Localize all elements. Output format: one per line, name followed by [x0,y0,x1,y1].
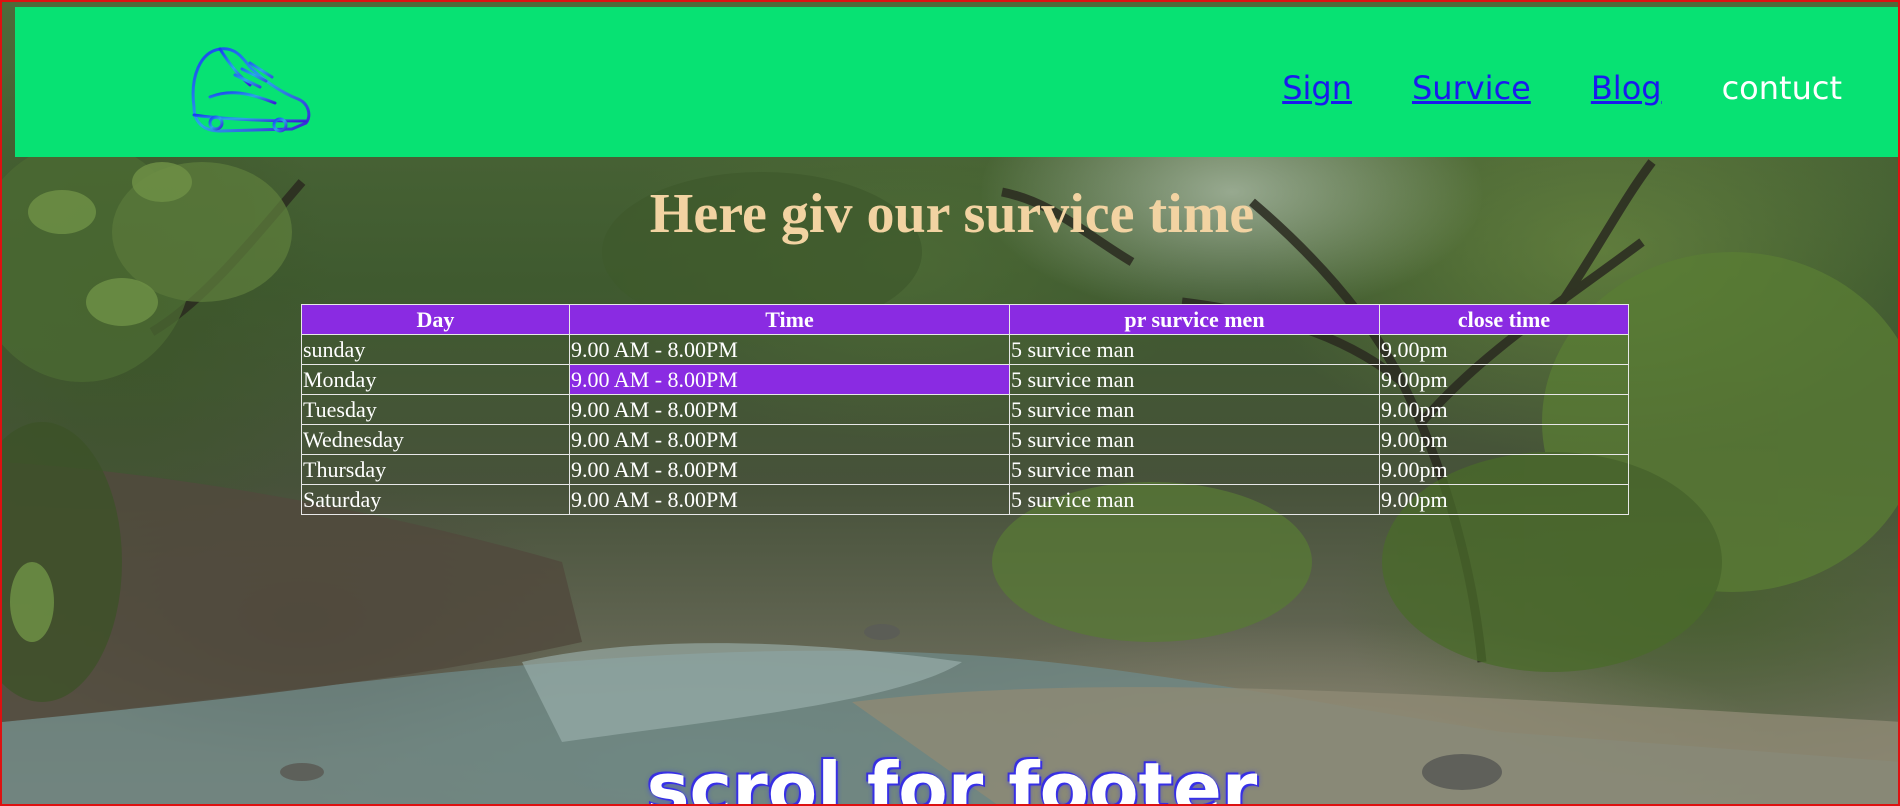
page-frame: Sign Survice Blog contuct Here giv our s… [0,0,1900,806]
header-day: Day [301,304,570,335]
cell-close-time: 9.00pm [1379,364,1629,395]
cell-time: 9.00 AM - 8.00PM [569,484,1010,515]
site-header: Sign Survice Blog contuct [15,7,1898,157]
sneaker-icon[interactable] [180,37,320,147]
cell-day: Saturday [301,484,570,515]
table-row: Monday 9.00 AM - 8.00PM 5 survice man 9.… [301,364,1629,395]
cell-day: Monday [301,364,570,395]
header-service-men: pr survice men [1009,304,1380,335]
cell-time-highlighted: 9.00 AM - 8.00PM [569,364,1010,395]
nav-link-sign[interactable]: Sign [1282,69,1352,107]
cell-time: 9.00 AM - 8.00PM [569,394,1010,425]
main-nav: Sign Survice Blog contuct [1282,69,1842,107]
cell-close-time: 9.00pm [1379,484,1629,515]
scroll-for-footer-text: scrol for footer [646,747,1258,806]
cell-close-time: 9.00pm [1379,334,1629,365]
cell-time: 9.00 AM - 8.00PM [569,334,1010,365]
cell-time: 9.00 AM - 8.00PM [569,454,1010,485]
cell-day: sunday [301,334,570,365]
nav-link-blog[interactable]: Blog [1591,69,1662,107]
nav-link-service[interactable]: Survice [1412,69,1531,107]
header-time: Time [569,304,1010,335]
cell-service-men: 5 survice man [1009,484,1380,515]
cell-day: Tuesday [301,394,570,425]
nav-item-contact[interactable]: contuct [1722,69,1842,107]
cell-close-time: 9.00pm [1379,424,1629,455]
service-time-table: Day Time pr survice men close time sunda… [301,304,1629,515]
cell-time: 9.00 AM - 8.00PM [569,424,1010,455]
cell-day: Thursday [301,454,570,485]
table-row: Thursday 9.00 AM - 8.00PM 5 survice man … [301,454,1629,485]
cell-close-time: 9.00pm [1379,394,1629,425]
cell-service-men: 5 survice man [1009,454,1380,485]
table-row: Tuesday 9.00 AM - 8.00PM 5 survice man 9… [301,394,1629,425]
cell-service-men: 5 survice man [1009,394,1380,425]
page-title: Here giv our survice time [649,183,1255,245]
cell-close-time: 9.00pm [1379,454,1629,485]
cell-service-men: 5 survice man [1009,334,1380,365]
header-close-time: close time [1379,304,1629,335]
table-row: Saturday 9.00 AM - 8.00PM 5 survice man … [301,484,1629,515]
cell-service-men: 5 survice man [1009,424,1380,455]
table-row: sunday 9.00 AM - 8.00PM 5 survice man 9.… [301,334,1629,365]
table-header-row: Day Time pr survice men close time [301,304,1629,335]
table-row: Wednesday 9.00 AM - 8.00PM 5 survice man… [301,424,1629,455]
cell-service-men: 5 survice man [1009,364,1380,395]
cell-day: Wednesday [301,424,570,455]
